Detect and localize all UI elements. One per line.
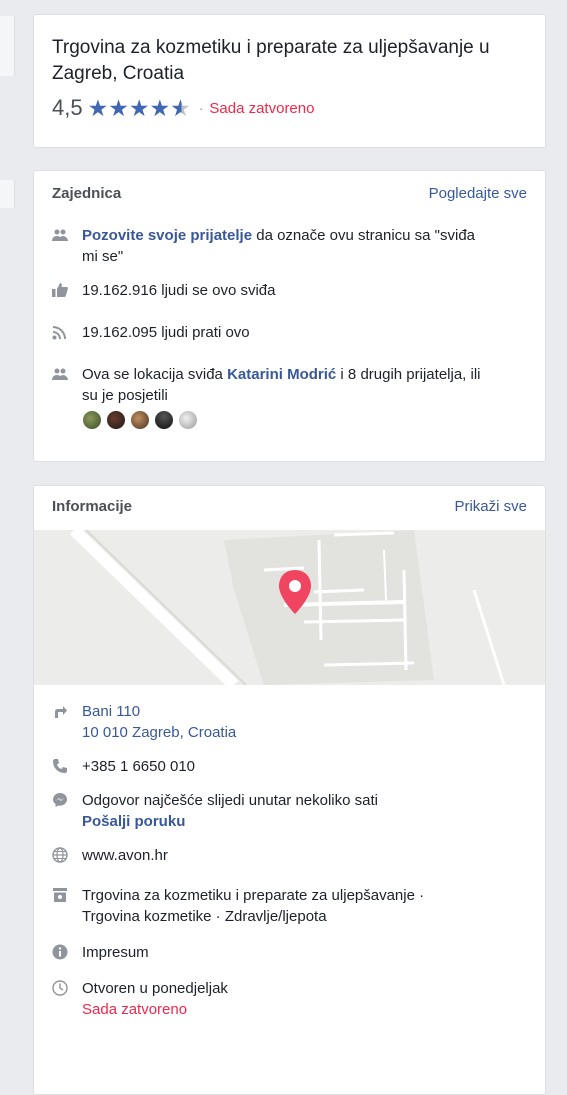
info-icon <box>52 942 82 963</box>
separator: · <box>198 100 204 116</box>
address-line-1[interactable]: Bani 110 <box>82 701 482 722</box>
clock-icon <box>52 978 82 1020</box>
hours-text: Otvoren u ponedjeljak <box>82 980 228 997</box>
community-see-all-link[interactable]: Pogledajte sve <box>429 185 527 202</box>
address[interactable]: Bani 110 10 010 Zagreb, Croatia <box>82 701 482 743</box>
phone-number[interactable]: +385 1 6650 010 <box>82 756 482 777</box>
star-icon: ★ <box>149 94 171 121</box>
directions-arrow-icon <box>52 701 82 743</box>
friends-text: Ova se lokacija sviđa Katarini Modrić i … <box>82 364 482 430</box>
rss-follow-icon <box>52 322 82 343</box>
left-edge-panel <box>0 16 15 76</box>
page-header-card: Trgovina za kozmetiku i preparate za ulj… <box>33 14 546 148</box>
friend-avatars <box>82 410 482 430</box>
hours-status: Sada zatvoreno <box>82 1001 188 1018</box>
response-time-text: Odgovor najčešće slijedi unutar nekoliko… <box>82 792 378 809</box>
thumbs-up-icon <box>52 280 82 301</box>
community-header: Zajednica Pogledajte sve <box>34 171 545 215</box>
star-icon: ★ <box>87 94 109 121</box>
impressum-link[interactable]: Impresum <box>82 942 482 963</box>
address-line-2[interactable]: 10 010 Zagreb, Croatia <box>82 722 482 743</box>
categories-links[interactable]: Trgovina za kozmetiku i preparate za ulj… <box>82 885 482 927</box>
rating-number[interactable]: 4,5 <box>52 95 83 121</box>
rating-stars[interactable]: ★ ★ ★ ★ ★ <box>87 94 191 121</box>
message-row: Odgovor najčešće slijedi unutar nekoliko… <box>34 790 545 832</box>
star-icon: ★ <box>128 94 150 121</box>
likes-count: 19.162.916 ljudi se ovo sviđa <box>82 282 276 299</box>
opening-hours[interactable]: Otvoren u ponedjeljak Sada zatvoreno <box>82 978 482 1020</box>
friends-row: Ova se lokacija sviđa Katarini Modrić i … <box>34 364 545 430</box>
avatar[interactable] <box>82 410 102 430</box>
info-title: Informacije <box>52 497 133 515</box>
hours-row: Otvoren u ponedjeljak Sada zatvoreno <box>34 978 545 1020</box>
messenger-icon <box>52 790 82 832</box>
left-edge-panel <box>0 180 15 208</box>
categories-row: Trgovina za kozmetiku i preparate za ulj… <box>34 885 545 927</box>
half-star-icon: ★ <box>170 94 191 121</box>
avatar[interactable] <box>106 410 126 430</box>
follows-row: 19.162.095 ljudi prati ovo <box>34 322 545 343</box>
response-info: Odgovor najčešće slijedi unutar nekoliko… <box>82 790 482 832</box>
rating-row: 4,5 ★ ★ ★ ★ ★ · Sada zatvoreno <box>52 95 527 121</box>
star-icon: ★ <box>108 94 129 121</box>
location-map[interactable] <box>34 530 545 685</box>
invite-friends-icon <box>52 225 82 267</box>
open-status: Sada zatvoreno <box>209 99 315 117</box>
info-see-all-link[interactable]: Prikaži sve <box>454 498 527 515</box>
info-header: Informacije Prikaži sve <box>34 486 545 526</box>
phone-icon <box>52 756 82 777</box>
community-card: Zajednica Pogledajte sve Pozovite svoje … <box>33 170 546 462</box>
follows-count: 19.162.095 ljudi prati ovo <box>82 324 250 341</box>
globe-icon <box>52 845 82 866</box>
map-pin-icon <box>279 570 311 614</box>
avatar[interactable] <box>130 410 150 430</box>
friends-pre-text: Ova se lokacija sviđa <box>82 366 228 383</box>
invite-row: Pozovite svoje prijatelje da označe ovu … <box>34 225 545 267</box>
address-row: Bani 110 10 010 Zagreb, Croatia <box>34 701 545 743</box>
avatar[interactable] <box>178 410 198 430</box>
friends-icon <box>52 364 82 430</box>
info-card: Informacije Prikaži sve Bani 110 10 010 … <box>33 485 546 1095</box>
impressum-row: Impresum <box>34 942 545 963</box>
website-link[interactable]: www.avon.hr <box>82 845 482 866</box>
invite-friends-link[interactable]: Pozovite svoje prijatelje <box>82 227 252 244</box>
send-message-link[interactable]: Pošalji poruku <box>82 811 482 832</box>
page-category[interactable]: Trgovina za kozmetiku i preparate za ulj… <box>52 35 527 87</box>
shop-tag-icon <box>52 885 82 927</box>
avatar[interactable] <box>154 410 174 430</box>
likes-row: 19.162.916 ljudi se ovo sviđa <box>34 280 545 301</box>
community-title: Zajednica <box>52 184 122 202</box>
website-row: www.avon.hr <box>34 845 545 866</box>
friend-name-link[interactable]: Katarini Modrić <box>227 366 336 383</box>
phone-row: +385 1 6650 010 <box>34 756 545 777</box>
invite-text: Pozovite svoje prijatelje da označe ovu … <box>82 225 482 267</box>
